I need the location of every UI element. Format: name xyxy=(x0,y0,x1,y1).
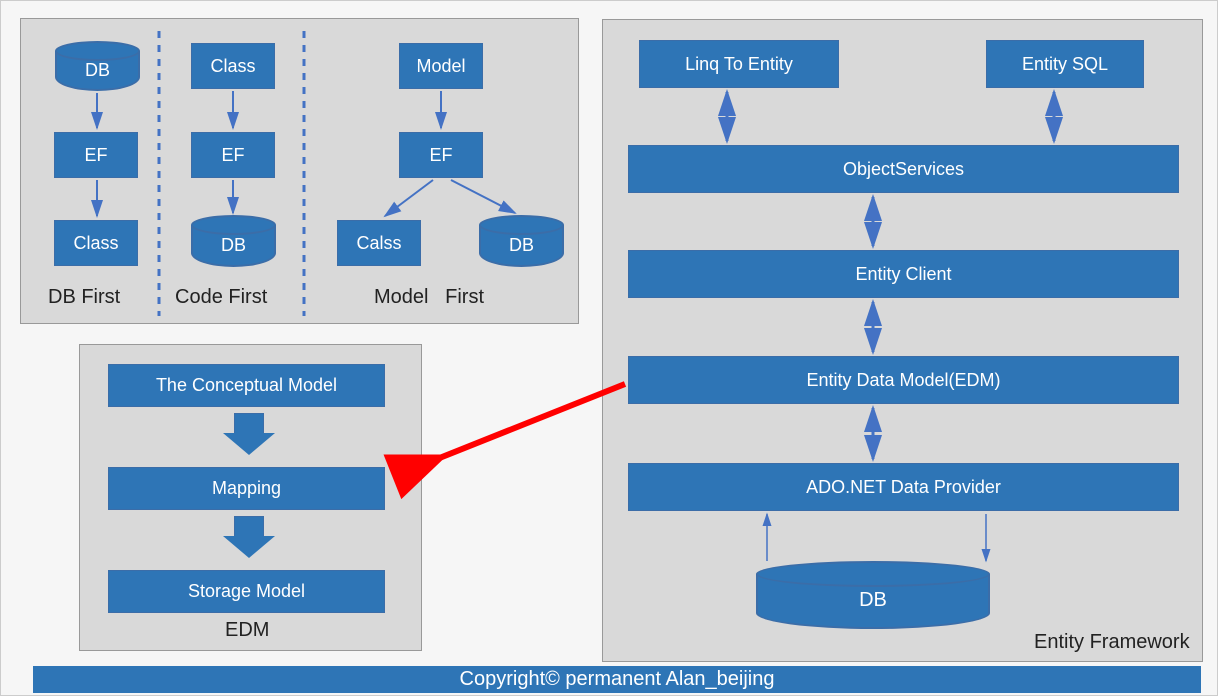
code-first-title: Code First xyxy=(175,286,267,309)
copyright-footer: Copyright© permanent Alan_beijing xyxy=(33,666,1201,693)
model-first-title: Model First xyxy=(374,286,484,309)
mapping-box: Mapping xyxy=(108,467,385,510)
db-first-title: DB First xyxy=(48,286,120,309)
class-box-cf: Class xyxy=(191,43,275,89)
db-label: DB xyxy=(85,60,110,81)
cylinder-top xyxy=(55,41,140,61)
entity-framework-title: Entity Framework xyxy=(1034,631,1190,654)
edm-title: EDM xyxy=(225,619,269,642)
down-arrow-icon xyxy=(223,516,275,558)
ef-box: EF xyxy=(54,132,138,178)
linq-box: Linq To Entity xyxy=(639,40,839,88)
adonet-box: ADO.NET Data Provider xyxy=(628,463,1179,511)
storage-model-box: Storage Model xyxy=(108,570,385,613)
class-box-mf: Calss xyxy=(337,220,421,266)
class-box: Class xyxy=(54,220,138,266)
objectservices-box: ObjectServices xyxy=(628,145,1179,193)
esql-box: Entity SQL xyxy=(986,40,1144,88)
cylinder-top-cf xyxy=(191,215,276,235)
down-arrow-icon xyxy=(223,413,275,455)
edm-box: Entity Data Model(EDM) xyxy=(628,356,1179,404)
ef-box-mf: EF xyxy=(399,132,483,178)
cylinder-top-big xyxy=(756,561,990,587)
model-box: Model xyxy=(399,43,483,89)
cylinder-top-mf xyxy=(479,215,564,235)
ef-box-cf: EF xyxy=(191,132,275,178)
conceptual-model-box: The Conceptual Model xyxy=(108,364,385,407)
diagram-canvas: DB EF Class DB First Class EF DB Code Fi… xyxy=(0,0,1218,696)
entityclient-box: Entity Client xyxy=(628,250,1179,298)
